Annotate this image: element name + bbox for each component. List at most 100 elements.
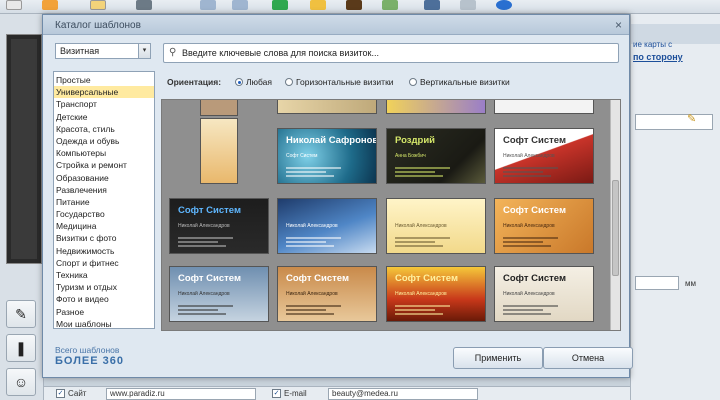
template-card-vertical[interactable] bbox=[200, 118, 238, 184]
image-icon[interactable] bbox=[346, 0, 362, 10]
template-card[interactable]: Софт Систем Николай Александров bbox=[494, 128, 594, 184]
settings-icon[interactable] bbox=[424, 0, 440, 10]
category-item[interactable]: Фото и видео bbox=[54, 293, 154, 305]
template-card[interactable]: Николай Сафронов Софт Систем bbox=[277, 128, 377, 184]
category-item[interactable]: Медицина bbox=[54, 220, 154, 232]
category-item[interactable]: Красота, стиль bbox=[54, 123, 154, 135]
site-checkbox[interactable]: ✓ bbox=[56, 389, 65, 398]
card-type-select[interactable]: Визитная ▾ bbox=[55, 43, 151, 59]
template-card[interactable] bbox=[200, 100, 238, 116]
template-card[interactable] bbox=[494, 100, 594, 114]
category-item[interactable]: Развлечения bbox=[54, 184, 154, 196]
template-card-text-line bbox=[503, 237, 558, 239]
template-card-title: Софт Систем bbox=[503, 205, 566, 216]
category-item[interactable]: Недвижимость bbox=[54, 245, 154, 257]
category-item[interactable]: Мои шаблоны bbox=[54, 318, 154, 330]
card-type-value: Визитная bbox=[60, 46, 100, 56]
close-icon[interactable]: × bbox=[615, 18, 622, 32]
layers-icon[interactable] bbox=[460, 0, 476, 10]
radio-icon bbox=[409, 78, 417, 86]
category-item[interactable]: Транспорт bbox=[54, 98, 154, 110]
cancel-button[interactable]: Отмена bbox=[543, 347, 633, 369]
user-icon[interactable]: ☺ bbox=[6, 368, 36, 396]
unit-label: мм bbox=[685, 279, 696, 288]
email-checkbox[interactable]: ✓ bbox=[272, 389, 281, 398]
search-input[interactable]: ⚲ Введите ключевые слова для поиска визи… bbox=[163, 43, 619, 63]
template-card-text-line bbox=[286, 237, 341, 239]
main-toolbar bbox=[0, 0, 720, 14]
template-card[interactable]: Софт Систем Николай Александров bbox=[169, 198, 269, 254]
radio-label: Вертикальные визитки bbox=[420, 77, 510, 87]
template-card-text-line bbox=[395, 175, 443, 177]
total-templates-label: Всего шаблонов bbox=[55, 345, 120, 355]
new-icon[interactable] bbox=[6, 0, 22, 10]
template-card-text-line bbox=[503, 171, 543, 173]
template-card-text-line bbox=[503, 245, 551, 247]
template-card[interactable]: Софт Систем Николай Александров bbox=[277, 266, 377, 322]
category-item[interactable]: Питание bbox=[54, 196, 154, 208]
pencil-icon[interactable]: ✎ bbox=[687, 112, 696, 125]
template-card-subtitle: Николай Александров bbox=[503, 153, 555, 159]
orientation-horizontal-radio[interactable]: Горизонтальные визитки bbox=[285, 77, 394, 87]
template-card[interactable] bbox=[277, 100, 377, 114]
save-icon[interactable] bbox=[90, 0, 106, 10]
shape-icon[interactable] bbox=[310, 0, 326, 10]
category-item[interactable]: Государство bbox=[54, 208, 154, 220]
print-icon[interactable] bbox=[136, 0, 152, 10]
email-label: E-mail bbox=[284, 389, 307, 398]
category-item[interactable]: Туризм и отдых bbox=[54, 281, 154, 293]
category-item[interactable]: Простые bbox=[54, 74, 154, 86]
template-card-subtitle: Николай Александров bbox=[395, 291, 447, 297]
undo-icon[interactable] bbox=[200, 0, 216, 10]
category-item[interactable]: Спорт и фитнес bbox=[54, 257, 154, 269]
category-item[interactable]: Образование bbox=[54, 172, 154, 184]
email-field[interactable]: beauty@medea.ru bbox=[328, 388, 478, 400]
category-item[interactable]: Универсальные bbox=[54, 86, 154, 99]
book-icon[interactable]: ❚ bbox=[6, 334, 36, 362]
template-card-text-line bbox=[286, 245, 334, 247]
template-card-text-line bbox=[286, 309, 326, 311]
template-card[interactable]: Софт Систем Николай Александров bbox=[494, 266, 594, 322]
scrollbar-thumb[interactable] bbox=[612, 180, 619, 276]
background-icon[interactable] bbox=[382, 0, 398, 10]
category-item[interactable]: Разное bbox=[54, 306, 154, 318]
right-text-field[interactable] bbox=[635, 114, 713, 130]
template-card-text-line bbox=[503, 241, 543, 243]
size-spinner[interactable] bbox=[635, 276, 679, 290]
template-card-text-line bbox=[178, 309, 218, 311]
template-card-text-line bbox=[178, 241, 218, 243]
category-item[interactable]: Детские bbox=[54, 111, 154, 123]
apply-button[interactable]: Применить bbox=[453, 347, 543, 369]
template-card[interactable]: Николай Александров bbox=[277, 198, 377, 254]
template-card-text-line bbox=[395, 167, 450, 169]
template-card-title: Софт Систем bbox=[286, 273, 349, 284]
right-link-cards[interactable]: ие карты с bbox=[633, 40, 672, 49]
redo-icon[interactable] bbox=[232, 0, 248, 10]
orientation-any-radio[interactable]: Любая bbox=[235, 77, 272, 87]
category-item[interactable]: Одежда и обувь bbox=[54, 135, 154, 147]
category-item[interactable]: Визитки с фото bbox=[54, 232, 154, 244]
orientation-vertical-radio[interactable]: Вертикальные визитки bbox=[409, 77, 510, 87]
document-preview bbox=[6, 34, 42, 264]
template-card-subtitle: Николай Александров bbox=[178, 223, 230, 229]
category-item[interactable]: Техника bbox=[54, 269, 154, 281]
category-item[interactable]: Стройка и ремонт bbox=[54, 159, 154, 171]
template-card[interactable]: Николай Александров bbox=[386, 198, 486, 254]
template-card[interactable]: Роздрий Анна Божбич bbox=[386, 128, 486, 184]
gallery-scrollbar[interactable] bbox=[610, 100, 620, 330]
template-card[interactable] bbox=[386, 100, 486, 114]
template-card-subtitle: Николай Александров bbox=[503, 223, 555, 229]
text-icon[interactable] bbox=[272, 0, 288, 10]
template-card[interactable]: Софт Систем Николай Александров bbox=[169, 266, 269, 322]
site-label: Сайт bbox=[68, 389, 87, 398]
site-field[interactable]: www.paradiz.ru bbox=[106, 388, 256, 400]
open-icon[interactable] bbox=[42, 0, 58, 10]
radio-label: Любая bbox=[246, 77, 272, 87]
edit-icon[interactable]: ✎ bbox=[6, 300, 36, 328]
template-card[interactable]: Софт Систем Николай Александров bbox=[386, 266, 486, 322]
category-item[interactable]: Компьютеры bbox=[54, 147, 154, 159]
chevron-down-icon[interactable]: ▾ bbox=[138, 44, 150, 58]
help-icon[interactable] bbox=[496, 0, 512, 10]
right-link-side[interactable]: по сторону bbox=[633, 52, 683, 62]
template-card[interactable]: Софт Систем Николай Александров bbox=[494, 198, 594, 254]
